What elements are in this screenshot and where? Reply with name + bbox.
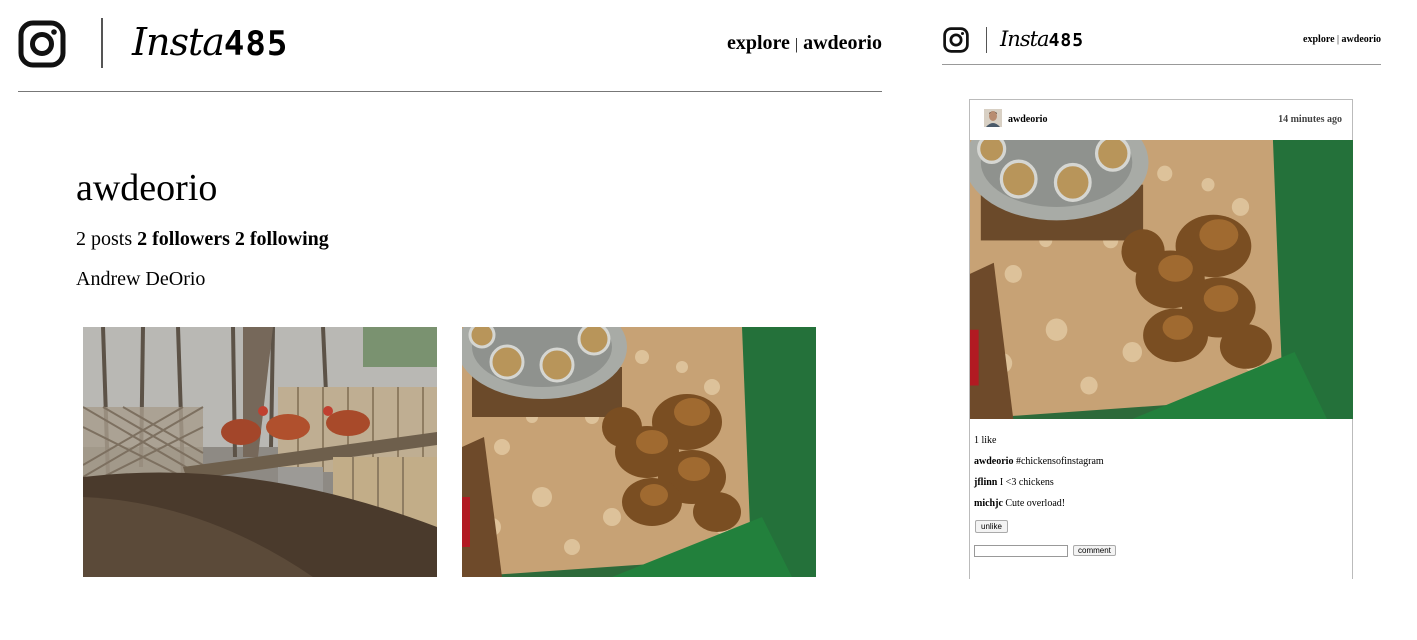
following-link[interactable]: 2 following bbox=[235, 228, 329, 250]
unlike-button[interactable]: unlike bbox=[975, 520, 1008, 533]
comment-item: michjc Cute overload! bbox=[974, 497, 1065, 511]
logo-divider bbox=[986, 27, 987, 53]
comment-item: jflinn I <3 chickens bbox=[974, 476, 1054, 490]
comment-user-link[interactable]: michjc bbox=[974, 498, 1003, 509]
profile-stats: 2 posts 2 followers 2 following bbox=[76, 227, 329, 251]
post-photo[interactable] bbox=[970, 140, 1353, 419]
comment-input[interactable] bbox=[974, 545, 1068, 557]
likes-count: 1 like bbox=[974, 435, 997, 446]
logo-divider bbox=[101, 18, 103, 68]
comment-item: awdeorio #chickensofinstagram bbox=[974, 455, 1104, 469]
comment-text: I <3 chickens bbox=[999, 477, 1054, 488]
nav-explore-link[interactable]: explore bbox=[1303, 34, 1334, 45]
instagram-camera-icon[interactable] bbox=[18, 20, 66, 68]
posts-count: 2 posts bbox=[76, 228, 133, 250]
followers-link[interactable]: 2 followers bbox=[137, 228, 230, 250]
header-divider bbox=[942, 64, 1381, 65]
brand-wordmark[interactable]: Insta485 bbox=[132, 18, 288, 68]
comment-text: Cute overload! bbox=[1005, 498, 1066, 509]
comment-user-link[interactable]: awdeorio bbox=[974, 456, 1013, 467]
post-thumbnail-chicks[interactable] bbox=[462, 327, 816, 577]
header-divider bbox=[18, 91, 882, 92]
brand-wordmark[interactable]: Insta485 bbox=[1000, 25, 1084, 55]
nav-separator: | bbox=[794, 36, 799, 53]
comment-submit-button[interactable]: comment bbox=[1073, 545, 1116, 556]
comment-text: #chickensofinstagram bbox=[1015, 456, 1104, 467]
instagram-camera-icon[interactable] bbox=[943, 27, 969, 53]
avatar[interactable] bbox=[984, 109, 1002, 127]
nav-separator: | bbox=[1337, 34, 1340, 45]
post-owner-link[interactable]: awdeorio bbox=[1008, 113, 1047, 127]
top-nav: explore | awdeorio bbox=[727, 30, 882, 58]
top-nav: explore | awdeorio bbox=[1303, 33, 1381, 47]
post-thumbnail-chickens[interactable] bbox=[83, 327, 437, 577]
profile-username: awdeorio bbox=[76, 167, 218, 209]
profile-fullname: Andrew DeOrio bbox=[76, 268, 206, 290]
nav-user-link[interactable]: awdeorio bbox=[803, 32, 882, 54]
post-timestamp[interactable]: 14 minutes ago bbox=[1278, 113, 1342, 127]
nav-user-link[interactable]: awdeorio bbox=[1342, 34, 1381, 45]
comment-user-link[interactable]: jflinn bbox=[974, 477, 997, 488]
nav-explore-link[interactable]: explore bbox=[727, 32, 790, 54]
